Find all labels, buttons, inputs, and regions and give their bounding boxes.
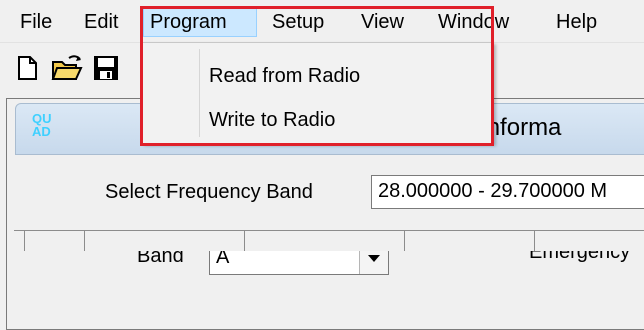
grid-divider — [84, 231, 85, 251]
new-document-icon[interactable] — [12, 53, 42, 83]
menu-icon-column-divider — [199, 49, 200, 137]
menu-file[interactable]: File — [14, 8, 58, 36]
grid-divider — [244, 231, 245, 251]
menu-bar: File Edit Program Setup View Window Help — [0, 0, 644, 43]
menu-program[interactable]: Program — [143, 7, 257, 37]
app-logo: QU AD — [32, 111, 52, 139]
grid-divider — [404, 231, 405, 251]
grid-divider — [534, 231, 535, 251]
menu-item-write-to-radio[interactable]: Write to Radio — [209, 109, 335, 132]
frequency-band-select[interactable]: 28.000000 - 29.700000 M — [371, 175, 644, 209]
menu-window[interactable]: Window — [432, 8, 515, 36]
menu-edit[interactable]: Edit — [78, 8, 124, 36]
program-dropdown-menu: Read from Radio Write to Radio — [142, 42, 494, 144]
select-frequency-band-label: Select Frequency Band — [105, 181, 313, 203]
open-folder-icon[interactable] — [50, 53, 83, 83]
menu-item-read-from-radio[interactable]: Read from Radio — [209, 65, 360, 88]
menu-setup[interactable]: Setup — [266, 8, 330, 36]
menu-help[interactable]: Help — [550, 8, 603, 36]
save-icon[interactable] — [92, 53, 122, 83]
channel-grid-header — [14, 230, 644, 251]
menu-view[interactable]: View — [355, 8, 410, 36]
grid-divider — [24, 231, 25, 251]
